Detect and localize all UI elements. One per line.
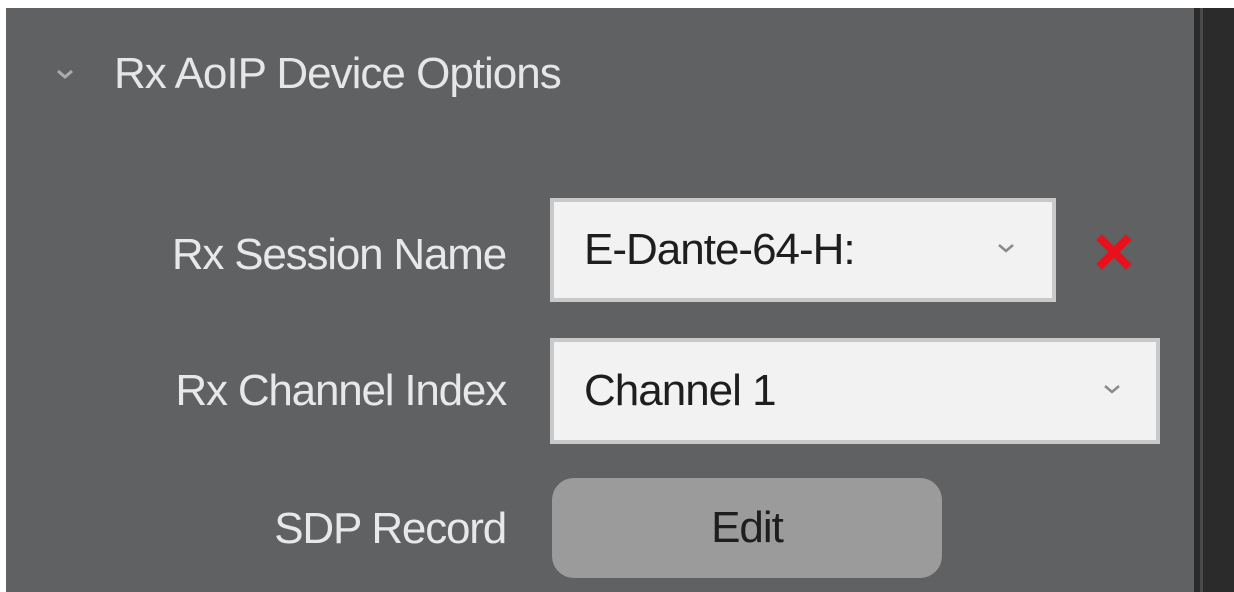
window: Rx AoIP Device Options Rx Session Name E… <box>0 0 1234 592</box>
rx-channel-index-dropdown[interactable]: Channel 1 <box>550 338 1160 444</box>
panel-scroll-edge <box>1194 8 1234 592</box>
sdp-record-label: SDP Record <box>274 504 507 553</box>
rx-session-name-value: E-Dante-64-H: <box>584 225 856 274</box>
chevron-down-icon <box>1100 381 1124 397</box>
close-icon[interactable] <box>1094 232 1134 272</box>
section-title: Rx AoIP Device Options <box>114 49 562 98</box>
rx-session-name-label: Rx Session Name <box>171 230 507 279</box>
chevron-down-icon[interactable] <box>52 61 78 87</box>
rx-session-name-dropdown[interactable]: E-Dante-64-H: <box>550 198 1056 302</box>
edit-sdp-button[interactable]: Edit <box>552 478 942 578</box>
chevron-down-icon <box>994 240 1018 256</box>
section-header[interactable]: Rx AoIP Device Options <box>52 38 562 110</box>
rx-channel-index-label: Rx Channel Index <box>175 366 507 415</box>
divider <box>1200 8 1203 592</box>
rx-channel-index-value: Channel 1 <box>584 366 776 415</box>
